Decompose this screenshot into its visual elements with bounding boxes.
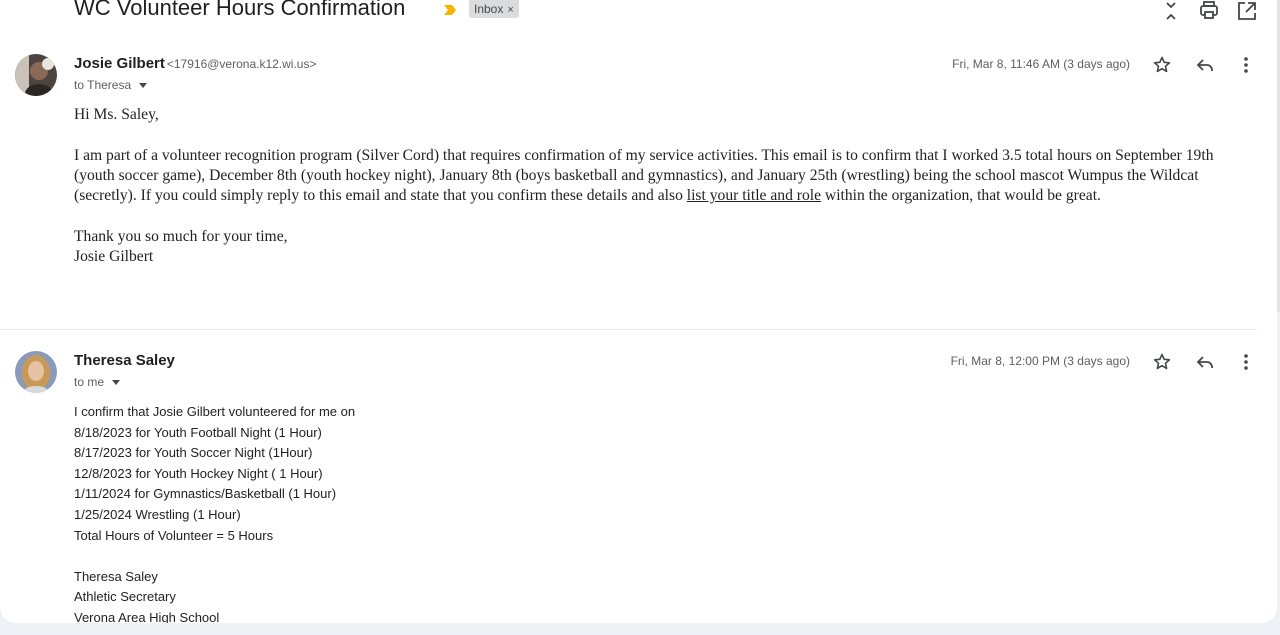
closing: Thank you so much for your time, — [74, 227, 288, 245]
chevron-down-icon — [112, 380, 121, 386]
importance-marker-icon[interactable] — [443, 3, 457, 17]
sender-name[interactable]: Josie Gilbert <17916@verona.k12.wi.us> — [74, 55, 317, 72]
signature-line: Theresa Saley — [74, 568, 158, 584]
print-icon[interactable] — [1198, 0, 1220, 22]
open-in-new-window-icon[interactable] — [1236, 0, 1258, 22]
label-text: Inbox — [474, 2, 504, 16]
signature: Josie Gilbert — [74, 248, 154, 266]
body-line: 8/18/2023 for Youth Football Night (1 Ho… — [74, 424, 322, 440]
body-line: 1/25/2024 Wrestling (1 Hour) — [74, 506, 241, 522]
thread-header: WC Volunteer Hours Confirmation Inbox × — [0, 0, 1277, 30]
inbox-label-chip[interactable]: Inbox × — [469, 0, 519, 18]
avatar[interactable] — [15, 351, 57, 393]
more-vert-icon[interactable] — [1236, 352, 1256, 372]
body-line: 1/11/2024 for Gymnastics/Basketball (1 H… — [74, 486, 337, 502]
body-line: Total Hours of Volunteer = 5 Hours — [74, 527, 274, 543]
star-icon[interactable] — [1152, 352, 1172, 372]
reply-icon[interactable] — [1195, 55, 1215, 75]
thread-subject: WC Volunteer Hours Confirmation — [74, 0, 406, 20]
recipient-dropdown[interactable]: to me — [74, 375, 121, 389]
message-date: Fri, Mar 8, 12:00 PM (3 days ago) — [950, 354, 1130, 368]
underlined-phrase: list your title and role — [686, 187, 822, 205]
remove-label-icon[interactable]: × — [507, 4, 513, 16]
body-line: 12/8/2023 for Youth Hockey Night ( 1 Hou… — [74, 465, 323, 481]
body-line: I confirm that Josie Gilbert volunteered… — [74, 404, 356, 419]
email-thread-pane: WC Volunteer Hours Confirmation Inbox × J… — [0, 0, 1277, 623]
sender-name[interactable]: Theresa Saley — [74, 352, 175, 369]
star-icon[interactable] — [1152, 55, 1172, 75]
collapse-all-icon[interactable] — [1160, 0, 1182, 22]
signature-line: Verona Area High School — [74, 609, 220, 623]
reply-icon[interactable] — [1195, 352, 1215, 372]
chevron-down-icon — [139, 83, 148, 89]
avatar[interactable] — [15, 54, 57, 96]
more-vert-icon[interactable] — [1236, 55, 1256, 75]
recipient-dropdown[interactable]: to Theresa — [74, 78, 148, 92]
body-line: 8/17/2023 for Youth Soccer Night (1Hour) — [74, 445, 313, 461]
message-divider — [0, 329, 1257, 330]
sender-email: <17916@verona.k12.wi.us> — [166, 57, 317, 71]
message-date: Fri, Mar 8, 11:46 AM (3 days ago) — [952, 57, 1130, 71]
main-paragraph: I am part of a volunteer recognition pro… — [74, 146, 1214, 205]
signature-line: Athletic Secretary — [74, 589, 176, 605]
message-body: I confirm that Josie Gilbert volunteered… — [74, 402, 1074, 623]
greeting: Hi Ms. Saley, — [74, 106, 159, 123]
message-body: Hi Ms. Saley, I am part of a volunteer r… — [74, 105, 1254, 267]
